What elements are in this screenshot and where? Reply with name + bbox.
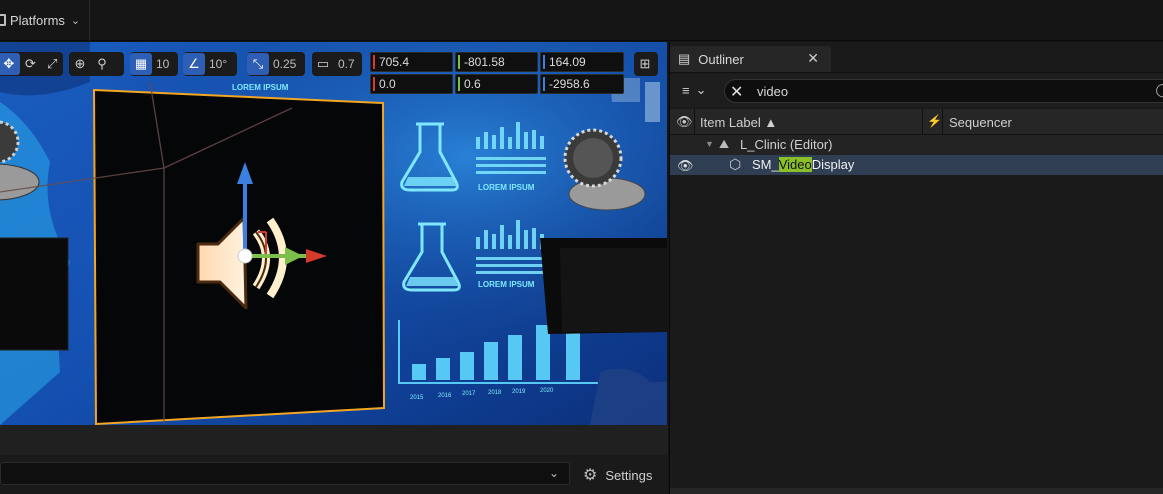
outliner-icon: ▤ (678, 51, 691, 66)
toolbar-divider (89, 0, 90, 41)
gear-icon: ⚙ (583, 467, 598, 484)
angle-snap-icon[interactable]: ∠ (183, 53, 205, 75)
settings-button[interactable]: ⚙ Settings (583, 465, 652, 485)
surface-snap-icon[interactable]: ⚲ (91, 53, 113, 75)
level-label: L_Clinic (Editor) (740, 137, 833, 152)
outliner-search-input[interactable]: ✕ video ◯ (724, 79, 1163, 103)
camera-icon[interactable]: ▭ (312, 53, 334, 75)
texture-lorem-3: LOREM IPSUM (232, 83, 289, 92)
scale-snap-icon[interactable]: ⤡ (247, 53, 269, 75)
svg-text:2016: 2016 (438, 393, 452, 399)
viewport-layout-group: ⊞ (634, 52, 658, 76)
svg-text:2015: 2015 (410, 395, 424, 401)
camera-speed-value[interactable]: 0.7 (334, 57, 362, 71)
visibility-column-icon[interactable]: 👁 (676, 114, 693, 130)
sequencer-bolt-icon[interactable]: ⚡ (927, 114, 942, 128)
location-z-field[interactable]: 164.09 (540, 52, 624, 72)
outliner-row-level[interactable]: ▼ ⛰ L_Clinic (Editor) (670, 135, 1163, 155)
outliner-panel: ▤ Outliner ✕ ≡ ⌄ ✕ video ◯ 👁 Item Label … (669, 42, 1163, 494)
rotate-tool-button[interactable]: ⟳ (20, 53, 42, 75)
location-y-field[interactable]: -801.58 (455, 52, 538, 72)
platforms-menu[interactable]: Platforms ⌄ (0, 10, 80, 30)
left-display-mesh[interactable] (0, 237, 69, 351)
filter-icon: ≡ (682, 82, 690, 98)
svg-text:2020: 2020 (540, 388, 554, 394)
location-x-field[interactable]: 705.4 (370, 52, 453, 72)
visibility-eye-icon[interactable]: 👁 (677, 158, 694, 174)
svg-text:2017: 2017 (462, 391, 476, 397)
filter-button[interactable]: ≡ ⌄ (682, 82, 707, 98)
chevron-down-icon: ⌄ (548, 466, 559, 480)
outliner-column-header: 👁 Item Label ▲ ⚡ Sequencer (670, 109, 1163, 135)
bottom-combo-box[interactable]: ⌄ (0, 462, 570, 485)
chevron-down-icon: ⌄ (695, 82, 707, 97)
chevron-down-icon: ⌄ (70, 14, 81, 27)
outliner-footer (670, 488, 1163, 494)
level-icon: ⛰ (719, 137, 730, 151)
viewport-layout-icon[interactable]: ⊞ (634, 53, 656, 75)
rotation-snap-value[interactable]: 10° (205, 57, 234, 71)
expand-triangle-icon[interactable]: ▼ (705, 139, 714, 149)
viewport-scene[interactable]: LOREM IPSUM LOREM IPSUM LOREM IPSUM 2015… (0, 42, 667, 425)
camera-speed-group: ▭ 0.7 (312, 52, 362, 76)
scale-snap-value[interactable]: 0.25 (269, 57, 303, 71)
svg-text:2019: 2019 (512, 389, 526, 395)
rotation-y-field[interactable]: 0.6 (455, 74, 538, 94)
grid-snap-icon[interactable]: ▦ (130, 53, 152, 75)
texture-lorem-2: LOREM IPSUM (478, 280, 535, 289)
static-mesh-icon: ⬡ (729, 156, 742, 172)
bottom-panel-header (0, 425, 668, 455)
close-icon[interactable]: ✕ (807, 50, 819, 67)
world-space-icon[interactable]: ⊕ (69, 53, 91, 75)
move-tool-button[interactable]: ✥ (0, 53, 20, 75)
svg-text:2018: 2018 (488, 390, 502, 396)
grid-snap-value[interactable]: 10 (152, 57, 176, 71)
sequencer-column[interactable]: Sequencer (949, 115, 1012, 130)
search-match-highlight: Video (778, 157, 812, 172)
item-label-column[interactable]: Item Label ▲ (700, 115, 777, 130)
scale-tool-button[interactable]: ⤢ (41, 53, 63, 75)
clear-search-icon[interactable]: ✕ (730, 82, 743, 102)
search-text: video (757, 84, 789, 99)
rotation-x-field[interactable]: 0.0 (370, 74, 453, 94)
tab-outliner[interactable]: ▤ Outliner ✕ (670, 46, 831, 72)
outliner-row-video-display[interactable]: 👁 ⬡ SM_VideoDisplay (670, 155, 1163, 175)
gizmo-pivot[interactable] (237, 248, 253, 264)
coord-space-group: ⊕ ⚲ (69, 52, 124, 76)
transform-mode-group: ✥ ⟳ ⤢ (0, 52, 63, 76)
monitor-icon (0, 14, 6, 26)
scale-snap-group: ⤡ 0.25 (247, 52, 305, 76)
grid-snap-group: ▦ 10 (130, 52, 178, 76)
texture-lorem-1: LOREM IPSUM (478, 183, 535, 192)
platforms-label: Platforms (10, 12, 65, 28)
bottom-panel: ⌄ ⚙ Settings (0, 425, 668, 494)
rotation-snap-group: ∠ 10° (183, 52, 237, 76)
search-options-icon[interactable]: ◯ (1155, 82, 1163, 98)
outliner-filter-bar: ≡ ⌄ ✕ video ◯ (670, 74, 1163, 107)
outliner-tab-label: Outliner (698, 51, 744, 67)
actor-label: SM_VideoDisplay (752, 157, 855, 172)
level-viewport[interactable]: LOREM IPSUM LOREM IPSUM LOREM IPSUM 2015… (0, 42, 667, 425)
rotation-z-field[interactable]: -2958.6 (540, 74, 624, 94)
top-toolbar: Platforms ⌄ (0, 0, 1163, 41)
settings-label: Settings (605, 467, 653, 483)
